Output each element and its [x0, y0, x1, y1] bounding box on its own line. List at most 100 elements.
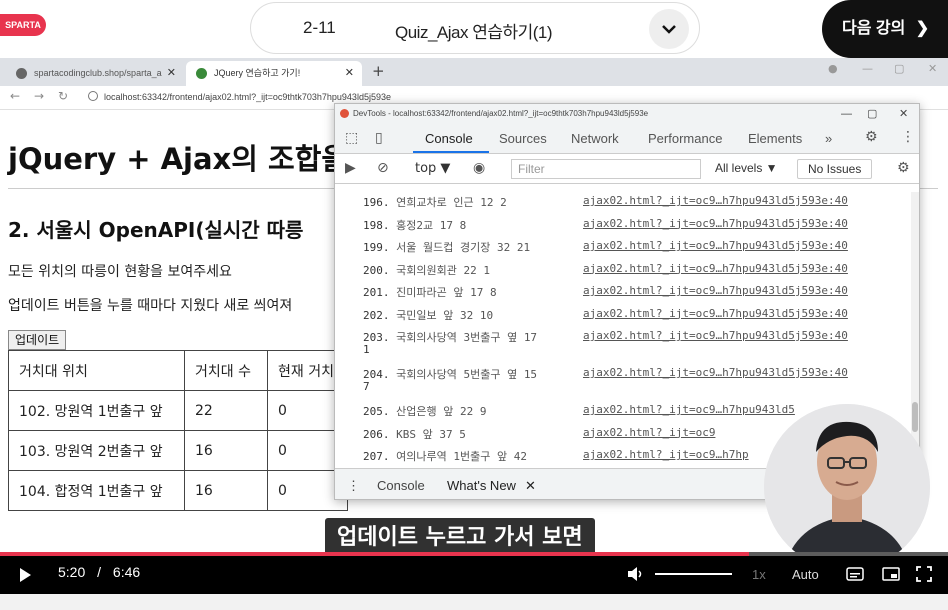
- log-index: 200.: [363, 263, 390, 277]
- log-source-link[interactable]: ajax02.html?_ijt=oc9…h7hpu943ld5j593e:40: [583, 284, 848, 297]
- section-title: 2. 서울시 OpenAPI(실시간 따릉: [8, 218, 304, 242]
- log-source-link[interactable]: ajax02.html?_ijt=oc9…h7hpu943ld5j593e:40: [583, 262, 848, 275]
- log-text: 국회의사당역 3번출구 옆 17: [396, 331, 538, 344]
- log-source-link[interactable]: ajax02.html?_ijt=oc9…h7hpu943ld5j593e:40: [583, 307, 848, 320]
- lesson-number: 2-11: [303, 18, 336, 37]
- reload-icon[interactable]: ↻: [58, 89, 68, 103]
- sidebar-toggle-icon[interactable]: ▶: [345, 160, 356, 176]
- browser-tab-active[interactable]: JQuery 연습하고 가기! ✕: [186, 61, 362, 86]
- close-icon[interactable]: ✕: [899, 104, 908, 124]
- log-index: 206.: [363, 427, 390, 441]
- log-levels-dropdown[interactable]: All levels ▼: [715, 161, 778, 175]
- miniplayer-icon[interactable]: [882, 567, 900, 581]
- scroll-thumb[interactable]: [912, 402, 918, 432]
- tab-performance[interactable]: Performance: [648, 131, 722, 146]
- instructor-image: [764, 404, 930, 570]
- drawer-tab-console[interactable]: Console: [377, 478, 425, 493]
- filter-input[interactable]: Filter: [511, 159, 701, 179]
- forward-icon[interactable]: →: [34, 89, 44, 103]
- log-index: 196.: [363, 196, 390, 209]
- log-text: 연희교차로 인근 12 2: [396, 196, 507, 209]
- device-toolbar-icon[interactable]: ▯: [375, 130, 383, 146]
- table-row: 102. 망원역 1번출구 앞 22 0: [8, 390, 348, 431]
- log-source-link[interactable]: ajax02.html?_ijt=oc9…h7hpu943ld5j593e:40: [583, 217, 848, 230]
- log-source-link[interactable]: ajax02.html?_ijt=oc9…h7hpu943ld5j593e:40: [583, 366, 848, 379]
- time-separator: /: [97, 564, 102, 580]
- table-cell: 16: [184, 430, 268, 471]
- console-scrollbar[interactable]: [911, 192, 919, 464]
- log-text: 국회의원회관 22 1: [396, 263, 490, 277]
- close-icon[interactable]: ✕: [345, 61, 354, 86]
- volume-icon[interactable]: [627, 566, 645, 582]
- maximize-icon[interactable]: ▢: [867, 104, 877, 124]
- close-icon[interactable]: ✕: [525, 478, 536, 494]
- log-source-link[interactable]: ajax02.html?_ijt=oc9…h7hpu943ld5j593e:40: [583, 194, 848, 207]
- gear-icon[interactable]: ⚙: [897, 160, 910, 176]
- kebab-menu-icon[interactable]: ⋮: [347, 478, 360, 494]
- table-cell: 16: [184, 470, 268, 511]
- log-message: 198. 홍정2교 17 8: [363, 217, 466, 233]
- sparta-logo[interactable]: SPARTA: [0, 14, 46, 36]
- log-source-link[interactable]: ajax02.html?_ijt=oc9: [583, 426, 715, 439]
- minimize-icon[interactable]: —: [841, 104, 852, 124]
- log-message: 196. 연희교차로 인근 12 2: [363, 194, 507, 210]
- log-source-link[interactable]: ajax02.html?_ijt=oc9…h7hpu943ld5j593e:40: [583, 329, 848, 342]
- url-field[interactable]: localhost:63342/frontend/ajax02.html?_ij…: [88, 91, 391, 102]
- log-source-link[interactable]: ajax02.html?_ijt=oc9…h7hpu943ld5: [583, 403, 795, 416]
- update-button[interactable]: 업데이트: [8, 330, 67, 350]
- log-text: 홍정2교 17 8: [396, 218, 467, 232]
- play-icon[interactable]: [18, 567, 32, 583]
- new-tab-icon[interactable]: +: [372, 62, 385, 80]
- table-header-row: 거치대 위치 거치대 수 현재 거치: [8, 350, 348, 391]
- devtools-titlebar: DevTools - localhost:63342/frontend/ajax…: [335, 104, 919, 124]
- profile-icon[interactable]: ●: [828, 62, 838, 75]
- browser-tab[interactable]: spartacodingclub.shop/sparta_a ✕: [6, 61, 184, 86]
- chevron-down-icon[interactable]: [649, 9, 689, 49]
- volume-slider[interactable]: [655, 573, 732, 575]
- maximize-icon[interactable]: ▢: [894, 62, 904, 75]
- duration: 6:46: [112, 564, 141, 580]
- log-source-link[interactable]: ajax02.html?_ijt=oc9…h7hpu943ld5j593e:40: [583, 239, 848, 252]
- devtools-tabbar: ⬚ ▯ Console Sources Network Performance …: [335, 124, 919, 154]
- log-source-link[interactable]: ajax02.html?_ijt=oc9…h7hp: [583, 448, 749, 461]
- lesson-title: Quiz_Ajax 연습하기(1): [395, 23, 553, 42]
- quality-selector[interactable]: Auto: [792, 567, 819, 582]
- eye-icon[interactable]: ◉: [473, 160, 485, 176]
- devtools-icon: [340, 109, 349, 118]
- tab-sources[interactable]: Sources: [499, 131, 547, 146]
- clear-console-icon[interactable]: ⊘: [377, 160, 389, 176]
- tab-console[interactable]: Console: [425, 131, 473, 146]
- drawer-tab-whats-new[interactable]: What's New: [447, 478, 516, 493]
- context-selector[interactable]: top ▼: [415, 161, 450, 176]
- back-icon[interactable]: ←: [10, 89, 20, 103]
- fullscreen-icon[interactable]: [916, 566, 932, 582]
- playback-speed[interactable]: 1x: [752, 567, 766, 582]
- log-text: 국회의사당역 5번출구 옆 15: [396, 368, 538, 381]
- console-toolbar: ▶ ⊘ top ▼ ◉ Filter All levels ▼ No Issue…: [335, 154, 919, 184]
- log-message: 207. 여의나루역 1번출구 앞 42: [363, 448, 527, 464]
- log-text: 서울 월드컵 경기장 32 21: [396, 241, 531, 254]
- minimize-icon[interactable]: —: [862, 62, 873, 75]
- tab-elements[interactable]: Elements: [748, 131, 802, 146]
- captions-icon[interactable]: [846, 567, 864, 581]
- log-message: 200. 국회의원회관 22 1: [363, 262, 490, 278]
- issues-button[interactable]: No Issues: [797, 159, 873, 179]
- log-message: 205. 산업은행 앞 22 9: [363, 403, 486, 419]
- next-lecture-button[interactable]: 다음 강의 ❯: [822, 0, 948, 58]
- kebab-menu-icon[interactable]: ⋮: [901, 129, 915, 145]
- more-tabs-icon[interactable]: »: [825, 131, 832, 146]
- lecture-header: SPARTA 2-11 Quiz_Ajax 연습하기(1) 다음 강의 ❯: [0, 0, 948, 58]
- close-window-icon[interactable]: ✕: [928, 62, 937, 75]
- tab-network[interactable]: Network: [571, 131, 619, 146]
- log-message: 204. 국회의사당역 5번출구 옆 15: [363, 366, 537, 382]
- gear-icon[interactable]: ⚙: [865, 129, 878, 145]
- active-tab-indicator: [413, 151, 489, 153]
- log-message: 206. KBS 앞 37 5: [363, 426, 466, 442]
- table-cell: 103. 망원역 2번출구 앞: [8, 430, 185, 471]
- description-text: 업데이트 버튼을 누를 때마다 지웠다 새로 씌여져: [8, 298, 293, 314]
- inspect-icon[interactable]: ⬚: [345, 130, 358, 146]
- log-index: 207.: [363, 450, 390, 463]
- active-tab-indicator: [431, 499, 531, 500]
- close-icon[interactable]: ✕: [167, 61, 176, 86]
- lesson-selector[interactable]: 2-11 Quiz_Ajax 연습하기(1): [250, 2, 700, 54]
